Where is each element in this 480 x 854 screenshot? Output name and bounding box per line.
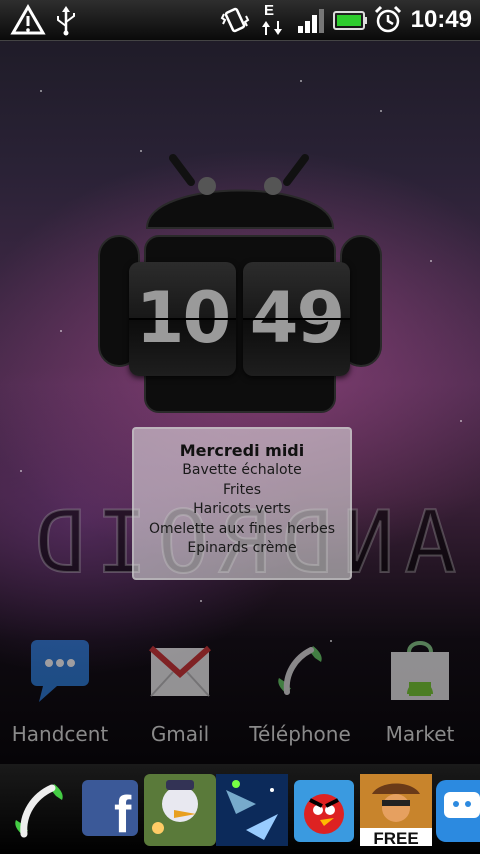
handcent-icon	[31, 640, 89, 702]
alarm-icon	[374, 5, 402, 33]
chat-app-icon	[436, 780, 480, 842]
clock-minutes: 49	[249, 277, 345, 359]
shortcut-label: Gmail	[150, 722, 210, 746]
shortcut-gmail[interactable]: Gmail	[120, 634, 240, 746]
signal-icon	[298, 9, 324, 33]
phone-icon	[278, 646, 322, 695]
status-clock: 10:49	[410, 6, 472, 33]
battery-icon	[333, 11, 367, 30]
menu-item: Haricots verts	[193, 501, 291, 517]
menu-note-widget[interactable]: Mercredi midi Bavette échalote Frites Ha…	[132, 427, 352, 580]
shortcut-telephone[interactable]: Téléphone	[240, 634, 360, 746]
bottom-app-space-game[interactable]	[216, 770, 288, 850]
shortcut-handcent[interactable]: Handcent	[0, 634, 120, 746]
menu-item: Bavette échalote	[182, 462, 302, 478]
bottom-app-facebook[interactable]: f	[76, 770, 148, 850]
bottom-app-chat[interactable]	[432, 770, 480, 850]
facebook-icon: f	[82, 780, 138, 844]
shortcut-label: Market	[385, 722, 455, 746]
menu-item: Omelette aux fines herbes	[148, 520, 336, 537]
svg-text:f: f	[114, 786, 132, 844]
bottom-app-duck-game[interactable]	[144, 770, 216, 850]
duck-game-icon	[144, 774, 216, 846]
shortcut-label: Téléphone	[249, 722, 351, 746]
menu-item: Frites	[222, 481, 262, 498]
menu-item: Epinards crème	[187, 540, 297, 556]
warning-icon	[10, 4, 46, 35]
bottom-app-phone[interactable]	[2, 770, 74, 850]
bottom-app-angry-birds[interactable]	[288, 770, 360, 850]
angry-birds-icon	[294, 780, 354, 842]
phone-dialer-icon	[15, 784, 63, 838]
clock-minutes-card: 49	[243, 262, 350, 376]
space-game-icon	[216, 774, 288, 846]
vibrate-icon	[220, 7, 250, 33]
free-badge: FREE	[373, 829, 419, 848]
bottom-app-cowboy-game[interactable]: FREE	[360, 770, 432, 850]
menu-title: Mercredi midi	[179, 441, 305, 460]
market-icon	[391, 641, 449, 700]
clock-hours: 10	[135, 277, 231, 359]
network-type-label: E	[264, 2, 275, 19]
bottom-app-bar[interactable]: f FREE	[0, 764, 480, 854]
shortcut-market[interactable]: Market	[360, 634, 480, 746]
data-transfer-icon: E	[260, 2, 284, 38]
clock-hours-card: 10	[129, 262, 236, 376]
status-bar[interactable]: E 10:49	[0, 0, 480, 41]
usb-icon	[57, 6, 75, 36]
gmail-icon	[148, 645, 212, 697]
shortcut-label: Handcent	[11, 722, 109, 746]
